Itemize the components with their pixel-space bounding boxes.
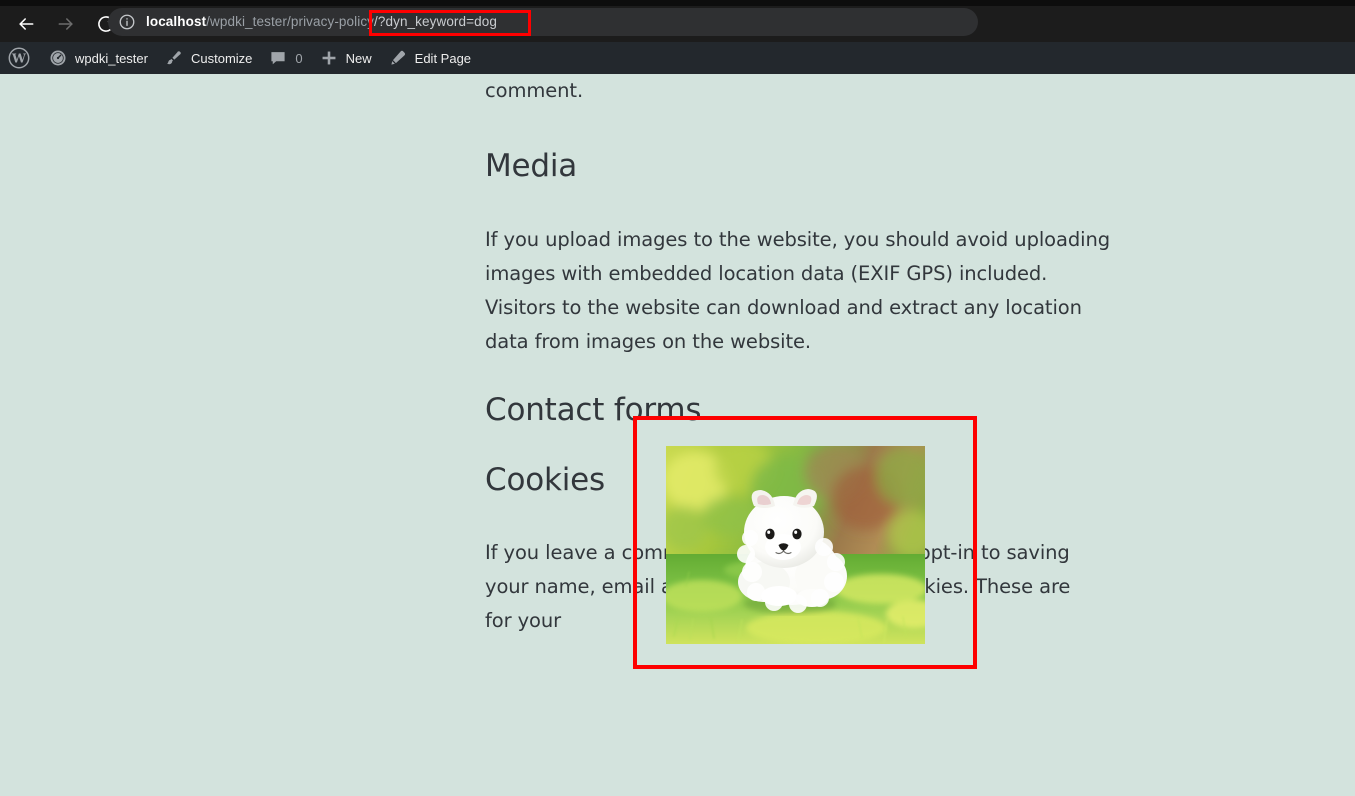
adminbar-item-wp-logo[interactable]: W (0, 42, 40, 74)
url-host: localhost (146, 14, 207, 29)
browser-toolbar: localhost/wpdki_tester/privacy-policy/?d… (0, 0, 1355, 42)
svg-text:W: W (11, 51, 27, 66)
adminbar-item-comments[interactable]: 0 (260, 42, 310, 74)
back-icon[interactable] (8, 6, 44, 42)
paintbrush-icon (164, 48, 184, 68)
adminbar-item-customize[interactable]: Customize (156, 42, 260, 74)
adminbar-item-edit-page[interactable]: Edit Page (380, 42, 479, 74)
plus-icon (319, 48, 339, 68)
adminbar-edit-page-label: Edit Page (414, 50, 472, 66)
address-bar-url: localhost/wpdki_tester/privacy-policy/?d… (146, 8, 497, 36)
adminbar-item-new-content[interactable]: New (311, 42, 380, 74)
forward-icon[interactable] (48, 6, 84, 42)
adminbar-site-name-label: wpdki_tester (75, 50, 148, 66)
navigation-buttons (0, 6, 124, 42)
dashboard-speedometer-icon (48, 48, 68, 68)
wordpress-logo-icon: W (8, 47, 30, 69)
adminbar-item-site-name[interactable]: wpdki_tester (40, 42, 156, 74)
paragraph-comment-tail: comment. (485, 79, 584, 102)
address-bar[interactable]: localhost/wpdki_tester/privacy-policy/?d… (108, 8, 978, 36)
puppy-photo (666, 446, 925, 644)
url-path: /wpdki_tester/privacy-policy (206, 14, 375, 29)
adminbar-new-label: New (345, 50, 372, 66)
pencil-icon (388, 48, 408, 68)
heading-media: Media (485, 148, 578, 184)
adminbar-customize-label: Customize (190, 50, 253, 66)
paragraph-media: If you upload images to the website, you… (485, 228, 1110, 353)
page-viewport: comment. Media If you upload images to t… (0, 74, 1355, 796)
url-query: /?dyn_keyword=dog (374, 14, 497, 29)
media-image-highlight-annotation (633, 416, 977, 669)
adminbar-comment-count: 0 (295, 50, 303, 66)
info-circle-icon[interactable] (118, 13, 136, 31)
browser-tabstrip-edge (0, 0, 1355, 6)
wordpress-admin-bar: W wpdki_tester Customize 0 New Edit Page (0, 42, 1355, 74)
comment-bubble-icon (268, 48, 288, 68)
